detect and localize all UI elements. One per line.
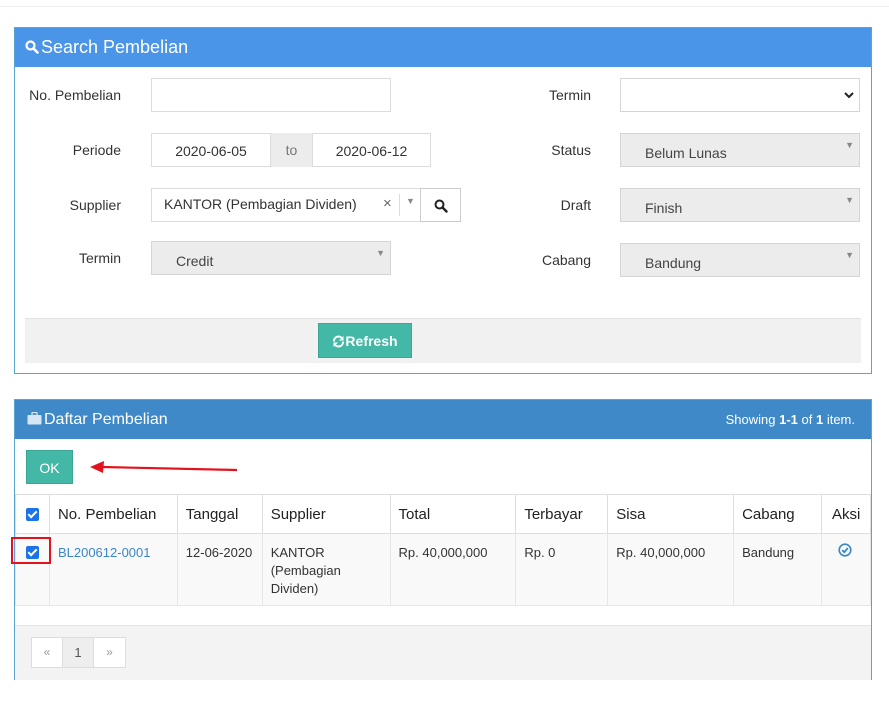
search-panel: Search Pembelian No. Pembelian Termin Pe…	[14, 27, 872, 374]
status-label: Status	[551, 142, 591, 158]
supplier-value: KANTOR (Pembagian Dividen)	[164, 196, 357, 212]
periode-to-input[interactable]: 2020-06-12	[312, 133, 431, 167]
no-pembelian-label: No. Pembelian	[29, 87, 121, 103]
list-panel-title: Daftar Pembelian	[44, 411, 168, 428]
search-icon	[434, 199, 448, 216]
termin-right-label: Termin	[548, 87, 591, 103]
col-total[interactable]: Total	[389, 494, 517, 534]
check-circle-icon[interactable]	[838, 543, 852, 560]
caret-down-icon: ▼	[376, 248, 385, 258]
showing-range: 1-1	[779, 412, 798, 427]
col-terbayar[interactable]: Terbayar	[515, 494, 609, 534]
col-no-pembelian[interactable]: No. Pembelian	[48, 494, 178, 534]
pagination: « 1 »	[31, 637, 126, 668]
top-divider	[0, 6, 889, 7]
cell-cabang: Bandung	[733, 533, 822, 606]
pagination-page-1[interactable]: 1	[63, 638, 94, 667]
supplier-label: Supplier	[69, 197, 121, 213]
annotation-arrow	[90, 461, 238, 473]
refresh-label: Refresh	[345, 333, 398, 349]
cabang-label: Cabang	[541, 252, 591, 268]
cell-terbayar: Rp. 0	[515, 533, 609, 606]
showing-suffix: item.	[823, 412, 855, 427]
showing-prefix: Showing	[725, 412, 780, 427]
draft-select[interactable]: Finish ▼	[620, 188, 860, 222]
refresh-icon	[332, 326, 345, 361]
no-pembelian-input[interactable]	[151, 78, 391, 112]
purchase-table: No. Pembelian Tanggal Supplier Total Ter…	[15, 494, 871, 606]
col-tanggal[interactable]: Tanggal	[176, 494, 263, 534]
search-icon	[25, 29, 39, 68]
search-panel-header: Search Pembelian	[15, 28, 871, 67]
cell-no-pembelian: BL200612-0001	[48, 533, 178, 606]
cabang-value: Bandung	[645, 255, 702, 271]
chevron-down-icon	[843, 88, 855, 104]
cell-total: Rp. 40,000,000	[389, 533, 517, 606]
select-all-cell	[15, 494, 50, 534]
status-select[interactable]: Belum Lunas ▼	[620, 133, 860, 167]
pagination-area: « 1 »	[15, 625, 871, 680]
annotation-highlight-box	[11, 537, 51, 564]
briefcase-icon	[27, 401, 42, 440]
draft-label: Draft	[560, 197, 591, 213]
col-sisa[interactable]: Sisa	[607, 494, 735, 534]
caret-down-icon: ▼	[845, 195, 854, 205]
termin-left-value: Credit	[176, 253, 214, 269]
list-panel-header: Daftar Pembelian Showing 1-1 of 1 item.	[15, 400, 871, 439]
supplier-select[interactable]: KANTOR (Pembagian Dividen)	[151, 188, 421, 222]
caret-down-icon[interactable]: ▼	[406, 196, 415, 206]
select-all-checkbox[interactable]	[26, 508, 39, 522]
supplier-search-button[interactable]	[420, 188, 461, 222]
showing-summary: Showing 1-1 of 1 item.	[726, 400, 855, 439]
periode-to-separator: to	[271, 133, 312, 167]
termin-left-label: Termin	[78, 250, 121, 266]
search-panel-title: Search Pembelian	[41, 37, 189, 57]
termin-left-select[interactable]: Credit ▼	[151, 241, 391, 275]
periode-from-input[interactable]: 2020-06-05	[151, 133, 271, 167]
showing-of: of	[797, 412, 816, 427]
col-supplier[interactable]: Supplier	[261, 494, 391, 534]
clear-icon[interactable]: ×	[383, 195, 392, 212]
supplier-separator	[399, 194, 400, 216]
caret-down-icon: ▼	[845, 140, 854, 150]
list-panel: Daftar Pembelian Showing 1-1 of 1 item. …	[14, 399, 872, 680]
table-header-row: No. Pembelian Tanggal Supplier Total Ter…	[15, 494, 871, 534]
col-cabang[interactable]: Cabang	[733, 494, 822, 534]
termin-right-select[interactable]	[620, 78, 860, 112]
cell-sisa: Rp. 40,000,000	[607, 533, 735, 606]
periode-label: Periode	[72, 142, 121, 158]
purchase-link[interactable]: BL200612-0001	[58, 545, 151, 560]
draft-value: Finish	[645, 200, 683, 216]
refresh-button[interactable]: Refresh	[318, 323, 412, 358]
caret-down-icon: ▼	[845, 250, 854, 260]
pagination-next[interactable]: »	[94, 638, 125, 667]
ok-button[interactable]: OK	[26, 450, 73, 484]
cell-tanggal: 12-06-2020	[176, 533, 263, 606]
cell-aksi	[821, 533, 871, 606]
pagination-prev[interactable]: «	[32, 638, 63, 667]
cell-supplier: KANTOR (Pembagian Dividen)	[261, 533, 391, 606]
table-row: BL200612-0001 12-06-2020 KANTOR (Pembagi…	[15, 533, 871, 606]
col-aksi: Aksi	[821, 494, 871, 534]
cabang-select[interactable]: Bandung ▼	[620, 243, 860, 277]
search-footer	[25, 318, 861, 363]
status-value: Belum Lunas	[645, 145, 727, 161]
